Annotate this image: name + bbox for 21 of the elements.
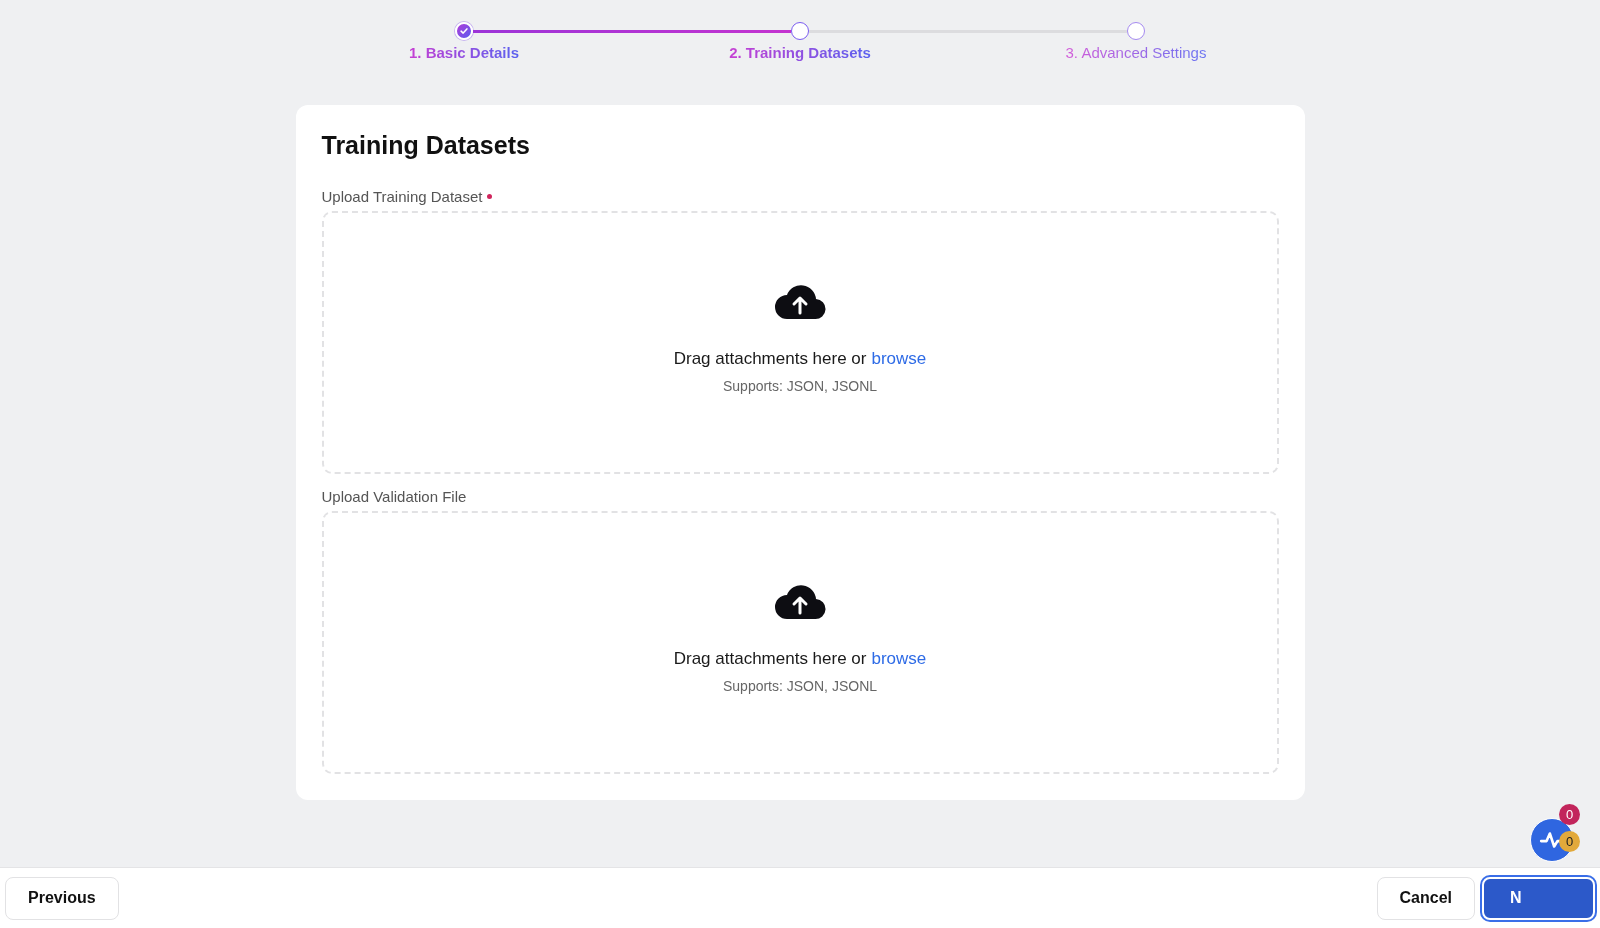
step-label[interactable]: 2. Training Datasets [729,44,871,61]
supported-formats: Supports: JSON, JSONL [722,678,878,694]
cancel-button[interactable]: Cancel [1376,876,1475,920]
cloud-upload-icon [773,585,827,621]
count-badge: 0 [1559,804,1580,825]
field-label: Upload Training Dataset [321,188,483,205]
drop-prompt: Drag attachments here or [673,649,867,669]
upload-dropzone[interactable]: Drag attachments here or browse Supports: JSON, JSONL [321,211,1279,474]
cloud-upload-icon [773,285,827,321]
card-title: Training Datasets [321,131,531,160]
next-button[interactable]: N [1482,876,1595,920]
browse-link[interactable]: browse [871,349,927,369]
upload-dropzone[interactable]: Drag attachments here or browse Supports: JSON, JSONL [321,511,1279,774]
step-label[interactable]: 1. Basic Details [408,44,520,61]
step-label[interactable]: 3. Advanced Settings [1065,44,1207,61]
field-label: Upload Validation File [321,488,467,505]
browse-link[interactable]: browse [871,649,927,669]
check-icon [459,26,469,36]
supported-formats: Supports: JSON, JSONL [722,378,878,394]
previous-button[interactable]: Previous [5,876,119,920]
drop-prompt: Drag attachments here or [673,349,867,369]
